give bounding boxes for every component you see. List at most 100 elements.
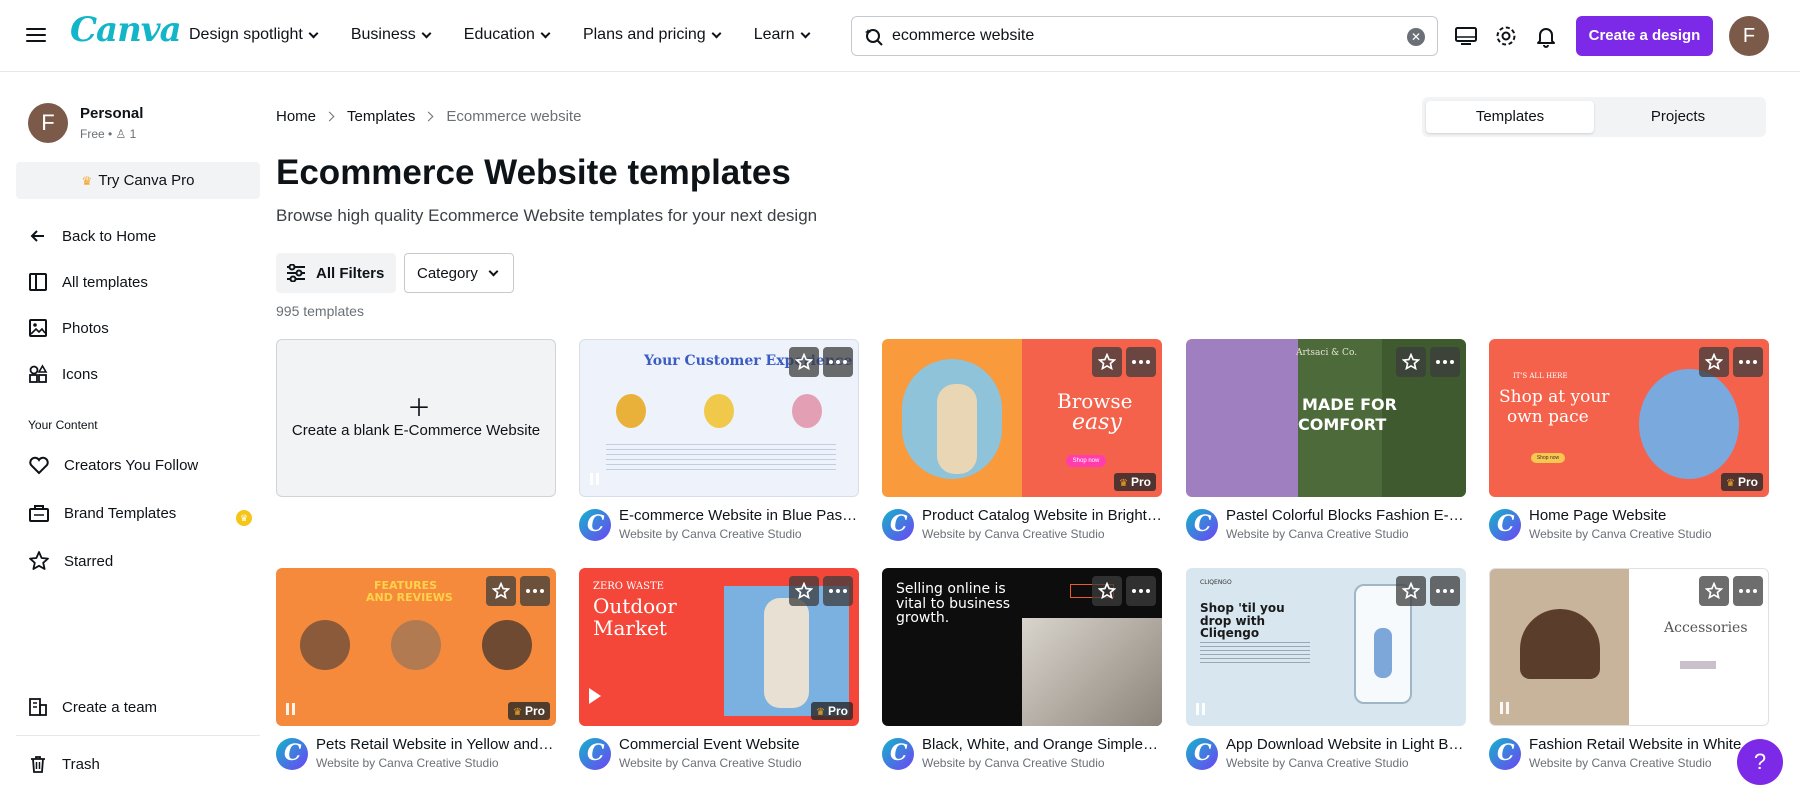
template-author: Website by Canva Creative Studio [922, 527, 1105, 541]
star-button[interactable] [1092, 347, 1122, 377]
more-options-button[interactable] [1430, 576, 1460, 606]
more-options-button[interactable] [823, 576, 853, 606]
chevron-down-icon [308, 28, 319, 38]
chevron-right-icon [324, 111, 335, 122]
thumb-text: Accessories [1664, 620, 1748, 636]
nav-label: Learn [753, 26, 795, 43]
canva-logo[interactable]: Canva [70, 10, 182, 50]
more-options-button[interactable] [1733, 347, 1763, 377]
ellipsis-icon [1436, 589, 1454, 593]
gear-icon[interactable] [1494, 24, 1518, 48]
template-meta: Commercial Event Website Website by Canv… [579, 734, 859, 774]
template-meta: E-commerce Website in Blue Pastel Light … [579, 505, 859, 545]
team-icon [29, 698, 47, 716]
star-button[interactable] [1699, 347, 1729, 377]
template-name[interactable]: Black, White, and Orange Simple E-commer… [922, 736, 1162, 753]
nav-design-spotlight[interactable]: Design spotlight [189, 26, 319, 44]
sidebar-item-brand-templates[interactable]: Brand Templates [28, 498, 176, 528]
template-name[interactable]: Product Catalog Website in Bright Orange… [922, 507, 1162, 524]
canva-creator-logo[interactable] [1489, 738, 1521, 770]
clear-search-icon[interactable]: ✕ [1407, 28, 1425, 46]
canva-creator-logo[interactable] [1489, 509, 1521, 541]
sidebar-item-trash[interactable]: Trash [28, 749, 100, 779]
canva-creator-logo[interactable] [1186, 738, 1218, 770]
template-name[interactable]: App Download Website in Light Blue [1226, 736, 1466, 753]
photo-icon [29, 319, 47, 337]
thumb-text: IT'S ALL HERE [1513, 372, 1568, 380]
canva-creator-logo[interactable] [1186, 509, 1218, 541]
tab-templates[interactable]: Templates [1426, 101, 1594, 133]
canva-creator-logo[interactable] [882, 509, 914, 541]
shapes-icon [29, 364, 48, 383]
nav-business[interactable]: Business [351, 26, 432, 44]
create-design-button[interactable]: Create a design [1576, 16, 1713, 56]
search-input[interactable] [892, 23, 1392, 49]
more-options-button[interactable] [1430, 347, 1460, 377]
pro-label: Pro [1130, 475, 1151, 489]
thumb-text: Selling online is vital to business grow… [896, 581, 1011, 627]
nav-education[interactable]: Education [464, 26, 551, 44]
pause-icon[interactable] [1196, 702, 1208, 716]
pause-icon[interactable] [286, 702, 298, 716]
bell-icon[interactable] [1534, 24, 1558, 48]
template-name[interactable]: Pets Retail Website in Yellow and Orange [316, 736, 556, 753]
star-button[interactable] [789, 347, 819, 377]
sidebar-item-starred[interactable]: Starred [28, 546, 113, 576]
star-button[interactable] [486, 576, 516, 606]
star-button[interactable] [1396, 576, 1426, 606]
breadcrumb-templates[interactable]: Templates [347, 108, 415, 125]
create-blank-card[interactable]: ＋ Create a blank E-Commerce Website [276, 339, 556, 497]
pause-icon[interactable] [590, 472, 602, 486]
canva-creator-logo[interactable] [579, 738, 611, 770]
chevron-down-icon [488, 266, 499, 276]
star-button[interactable] [789, 576, 819, 606]
category-dropdown[interactable]: Category [404, 253, 514, 293]
sidebar-item-create-team[interactable]: Create a team [28, 692, 157, 722]
all-filters-button[interactable]: All Filters [276, 253, 396, 293]
template-meta: Fashion Retail Website in White Website … [1489, 734, 1769, 774]
sidebar-item-all-templates[interactable]: All templates [28, 267, 148, 297]
breadcrumb-home[interactable]: Home [276, 108, 316, 125]
thumb-text: Browse [1057, 389, 1133, 413]
sidebar-item-photos[interactable]: Photos [28, 313, 109, 343]
play-icon[interactable] [589, 688, 601, 704]
help-button[interactable]: ? [1737, 739, 1783, 785]
avatar[interactable]: F [1729, 16, 1769, 56]
pause-icon[interactable] [1500, 701, 1512, 715]
template-name[interactable]: E-commerce Website in Blue Pastel Light … [619, 507, 859, 524]
more-options-button[interactable] [1733, 576, 1763, 606]
star-button[interactable] [1092, 576, 1122, 606]
pro-badge: ♛ Pro [811, 702, 853, 720]
pro-badge: ♛ Pro [1721, 473, 1763, 491]
crown-icon: ♛ [816, 707, 825, 718]
desktop-app-icon[interactable] [1454, 24, 1478, 48]
canva-creator-logo[interactable] [276, 738, 308, 770]
template-name[interactable]: Pastel Colorful Blocks Fashion E-commerc… [1226, 507, 1466, 524]
thumb-text: Market [593, 616, 667, 640]
more-options-button[interactable] [1126, 347, 1156, 377]
template-name[interactable]: Commercial Event Website [619, 736, 859, 753]
star-button[interactable] [1396, 347, 1426, 377]
ellipsis-icon [829, 360, 847, 364]
template-author: Website by Canva Creative Studio [316, 756, 499, 770]
menu-icon[interactable] [26, 24, 46, 46]
tab-projects[interactable]: Projects [1594, 101, 1762, 133]
view-toggle: Templates Projects [1422, 97, 1766, 137]
thumb-text: COMFORT [1298, 415, 1387, 434]
nav-learn[interactable]: Learn [753, 26, 811, 44]
nav-plans-pricing[interactable]: Plans and pricing [583, 26, 722, 44]
sidebar-item-icons[interactable]: Icons [28, 359, 98, 389]
more-options-button[interactable] [520, 576, 550, 606]
canva-creator-logo[interactable] [579, 509, 611, 541]
template-name[interactable]: Home Page Website [1529, 507, 1769, 524]
star-icon [1705, 582, 1723, 600]
sidebar-item-creators[interactable]: Creators You Follow [28, 450, 198, 480]
canva-creator-logo[interactable] [882, 738, 914, 770]
magic-search-icon [865, 29, 883, 46]
star-button[interactable] [1699, 576, 1729, 606]
sidebar-item-back-home[interactable]: Back to Home [28, 221, 156, 251]
more-options-button[interactable] [1126, 576, 1156, 606]
template-name[interactable]: Fashion Retail Website in White [1529, 736, 1769, 753]
more-options-button[interactable] [823, 347, 853, 377]
try-pro-button[interactable]: ♛ Try Canva Pro [16, 162, 260, 199]
